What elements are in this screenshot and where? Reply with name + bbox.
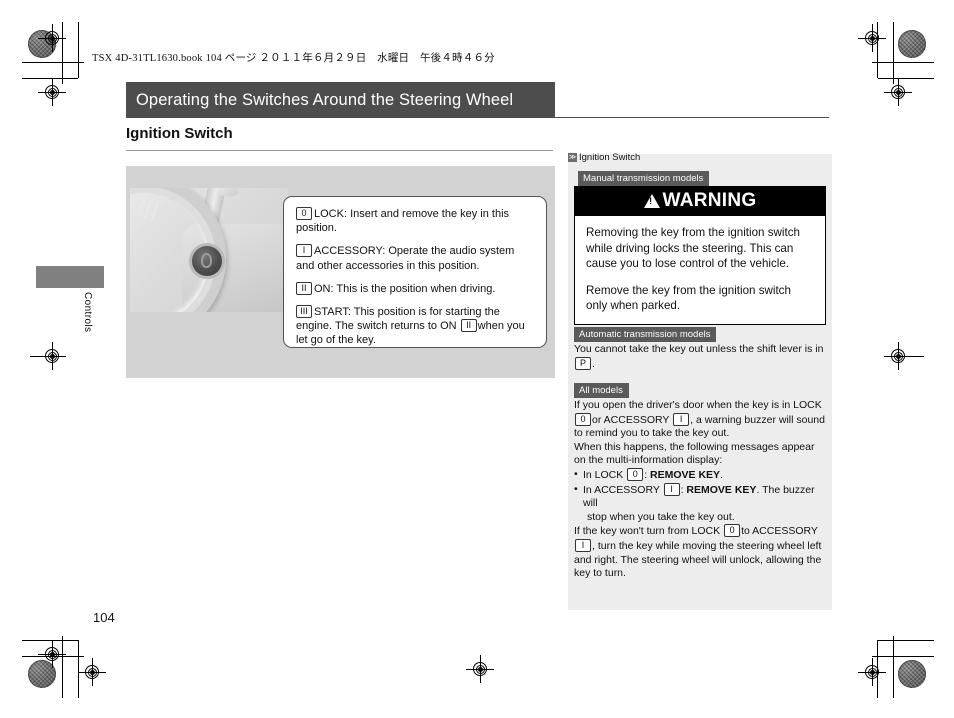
- reference-marker-icon: ≫: [568, 153, 577, 162]
- stalk-knob-shape: [218, 188, 238, 196]
- position-key-III: III: [296, 305, 312, 319]
- am-p1-a: If you open the driver's door when the k…: [574, 399, 822, 411]
- crop-line-top-left-h2: [22, 78, 78, 79]
- chapter-tab-label: Controls: [82, 292, 93, 333]
- registration-mark-right-mid: [884, 342, 912, 370]
- section-heading: Ignition Switch: [126, 125, 233, 142]
- ignition-positions-callout: 0 LOCK: Insert and remove the key in this…: [283, 196, 547, 348]
- bullet2-message: REMOVE KEY: [686, 483, 757, 496]
- warning-title: WARNING: [662, 190, 757, 211]
- crop-line-top-right-v: [893, 22, 894, 84]
- crop-line-top-left-h: [22, 62, 84, 63]
- title-underline: [126, 117, 829, 118]
- dashboard-detail: [136, 196, 178, 224]
- crop-line-bottom-right-h2: [878, 640, 934, 641]
- reference-label: Ignition Switch: [579, 152, 641, 163]
- crop-line-top-left-v: [62, 22, 63, 84]
- automatic-transmission-badge: Automatic transmission models: [574, 327, 717, 342]
- all-models-badge: All models: [574, 383, 629, 398]
- at-text-after: .: [592, 357, 595, 370]
- bullet1-message: REMOVE KEY: [650, 468, 721, 481]
- sidebar-panel: ≫ Ignition Switch Manual transmission mo…: [568, 152, 832, 610]
- sidebar-reference: ≫ Ignition Switch: [568, 152, 640, 163]
- warning-paragraph-1: Removing the key from the ignition switc…: [586, 226, 800, 270]
- am-p3-c: , turn the key while moving the steering…: [574, 539, 822, 580]
- callout-item-lock-text: LOCK: Insert and remove the key in this …: [296, 208, 510, 235]
- ignition-keyhole-icon: [192, 246, 222, 276]
- position-key-0: 0: [296, 207, 312, 220]
- crop-line-top-left-v2: [78, 22, 79, 78]
- am-p3-key-I: I: [575, 538, 591, 552]
- am-p1-key-I: I: [673, 412, 690, 426]
- shift-position-key-P: P: [575, 356, 591, 370]
- manual-transmission-badge-wrap: Manual transmission models: [578, 168, 710, 186]
- list-item: In LOCK 0: REMOVE KEY.: [574, 467, 828, 483]
- crop-line-bottom-right-v: [893, 636, 894, 698]
- bullet2-a: In ACCESSORY: [583, 483, 660, 496]
- ignition-switch-photo: [130, 188, 288, 312]
- am-p1-key-0: 0: [575, 412, 591, 426]
- manual-transmission-badge: Manual transmission models: [578, 171, 710, 186]
- all-models-message-list: In LOCK 0: REMOVE KEY. In ACCESSORY I: R…: [574, 467, 828, 525]
- crop-line-bottom-left-v: [62, 636, 63, 698]
- chapter-tab-marker: [36, 266, 104, 288]
- warning-header: WARNING: [575, 187, 825, 216]
- crop-line-top-right-h: [872, 62, 934, 63]
- registration-mark-top-right-outer: [858, 24, 886, 52]
- callout-item-start: III START: This position is for starting …: [296, 305, 535, 348]
- am-p1-b: or ACCESSORY: [592, 413, 670, 426]
- crop-tick-right-mid: [910, 356, 924, 357]
- registration-mark-bottom-left: [78, 658, 106, 686]
- warning-body: Removing the key from the ignition switc…: [575, 216, 825, 324]
- crop-line-bottom-left-v2: [78, 640, 79, 698]
- page-title: Operating the Switches Around the Steeri…: [136, 90, 514, 109]
- bullet1-key-0: 0: [627, 467, 644, 481]
- all-models-paragraph-2: When this happens, the following message…: [574, 440, 815, 467]
- crop-line-bottom-left-h2: [22, 640, 78, 641]
- crop-line-top-right-v2: [877, 22, 878, 78]
- position-key-I: I: [296, 244, 312, 258]
- warning-paragraph-2: Remove the key from the ignition switch …: [586, 283, 791, 313]
- crop-line-bottom-right-v2: [877, 640, 878, 698]
- book-header-line: TSX 4D-31TL1630.book 104 ページ ２０１１年６月２９日 …: [92, 53, 495, 64]
- crop-tick-left-mid: [30, 356, 44, 357]
- crop-line-top-right-h2: [878, 78, 934, 79]
- automatic-transmission-text: You cannot take the key out unless the s…: [574, 343, 826, 371]
- position-key-II: II: [296, 281, 312, 295]
- callout-item-on: II ON: This is the position when driving.: [296, 281, 535, 296]
- all-models-paragraph-3: If the key won't turn from LOCK 0 to ACCE…: [574, 524, 828, 580]
- callout-item-accessory-text: ACCESSORY: Operate the audio system and …: [296, 245, 515, 272]
- callout-item-on-text: ON: This is the position when driving.: [314, 282, 496, 295]
- am-p3-b: to ACCESSORY: [741, 525, 818, 538]
- am-p3-a: If the key won't turn from LOCK: [574, 525, 721, 538]
- all-models-section: All models If you open the driver's door…: [574, 380, 828, 581]
- bullet1-a: In LOCK: [583, 468, 624, 481]
- bullet1-c: .: [720, 468, 723, 481]
- bullet1-b: :: [644, 468, 648, 481]
- automatic-transmission-section: Automatic transmission models You cannot…: [574, 324, 826, 371]
- crop-line-bottom-left-h: [22, 656, 84, 657]
- all-models-paragraph-1: If you open the driver's door when the k…: [574, 399, 828, 441]
- registration-mark-bottom-right: [858, 658, 886, 686]
- callout-item-accessory: I ACCESSORY: Operate the audio system and…: [296, 244, 535, 272]
- halftone-dot-top-right: [898, 30, 926, 58]
- position-key-II-inline: II: [460, 319, 477, 333]
- manual-page: TSX 4D-31TL1630.book 104 ページ ２０１１年６月２９日 …: [0, 0, 954, 718]
- bullet2-b: :: [680, 483, 684, 496]
- halftone-dot-bottom-right: [898, 660, 926, 688]
- warning-box: WARNING Removing the key from the igniti…: [574, 186, 826, 325]
- bullet2-key-I: I: [663, 482, 680, 496]
- registration-mark-right-upper: [884, 78, 912, 106]
- callout-item-lock: 0 LOCK: Insert and remove the key in this…: [296, 207, 535, 235]
- page-title-bar: Operating the Switches Around the Steeri…: [126, 82, 555, 118]
- warning-triangle-icon: [643, 194, 660, 208]
- bullet2-continuation: stop when you take the key out.: [587, 510, 735, 523]
- page-number: 104: [93, 610, 115, 625]
- at-text-before: You cannot take the key out unless the s…: [574, 343, 824, 355]
- crop-line-bottom-right-h: [872, 656, 934, 657]
- am-p3-key-0: 0: [724, 524, 741, 538]
- list-item: In ACCESSORY I: REMOVE KEY. The buzzer w…: [574, 482, 828, 525]
- registration-mark-bottom-center: [466, 655, 494, 683]
- section-heading-rule: [126, 150, 553, 151]
